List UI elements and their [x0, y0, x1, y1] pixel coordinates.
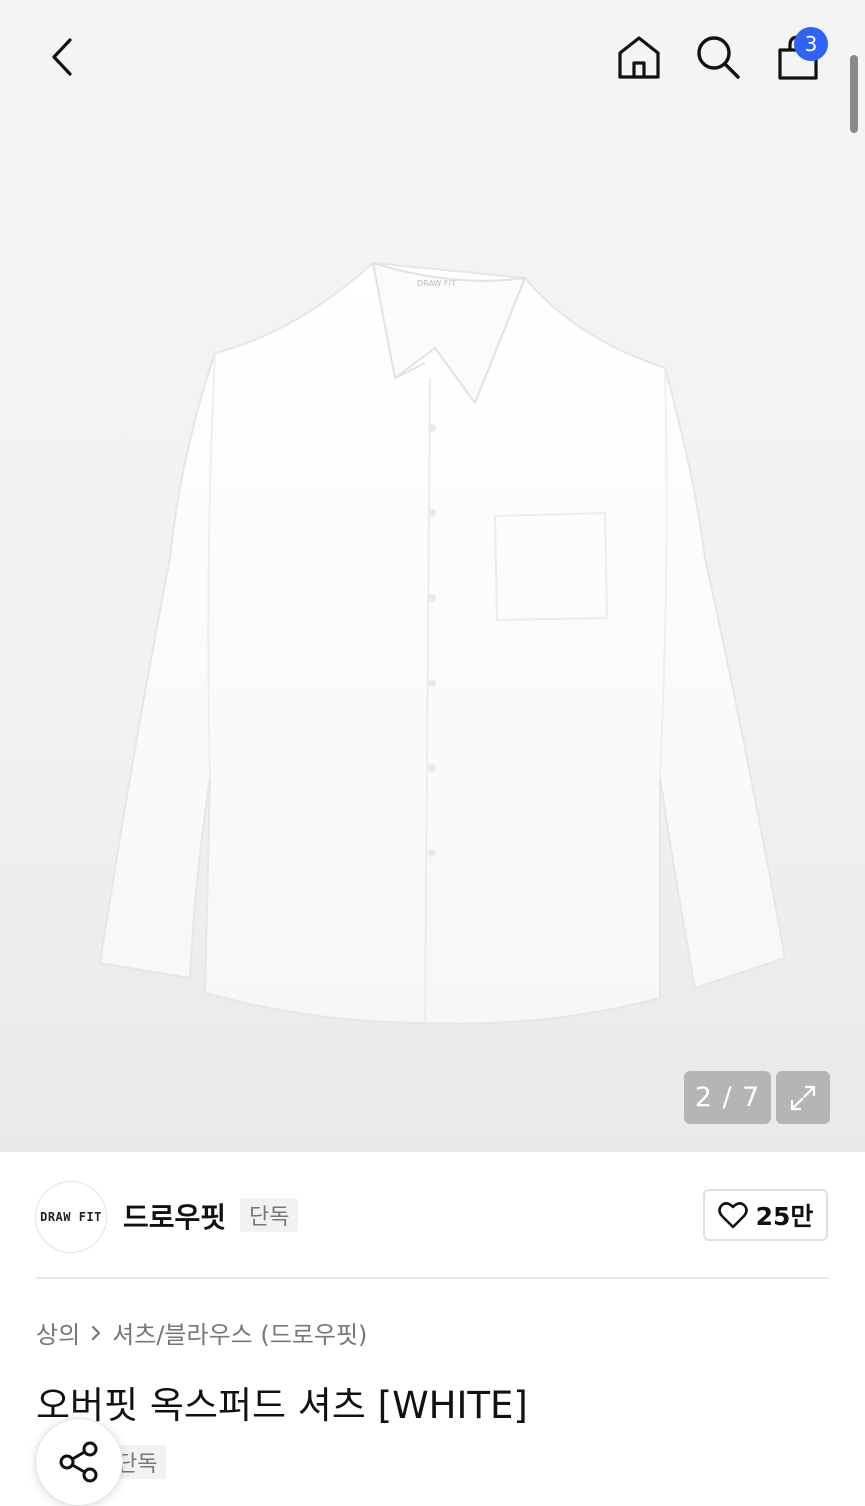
- cart-count-badge: 3: [794, 27, 828, 61]
- brand-logo[interactable]: DRAW FIT: [35, 1181, 107, 1253]
- chevron-right-icon: [92, 1325, 101, 1340]
- expand-icon: [790, 1085, 816, 1110]
- shirt-label-text: DRAW FIT: [417, 279, 456, 288]
- breadcrumb: 상의 셔츠/블라우스 (드로우핏): [36, 1315, 367, 1350]
- back-button[interactable]: [33, 27, 93, 87]
- chevron-left-icon: [52, 38, 72, 76]
- share-button[interactable]: [35, 1418, 123, 1506]
- heart-icon: [717, 1202, 748, 1229]
- search-icon: [697, 36, 740, 79]
- search-button[interactable]: [688, 27, 748, 87]
- expand-button[interactable]: [776, 1071, 830, 1124]
- image-counter: 2 / 7: [684, 1071, 771, 1124]
- breadcrumb-item-category[interactable]: 상의: [36, 1315, 80, 1350]
- product-image-gallery[interactable]: DRAW FIT 2 / 7: [0, 0, 865, 1152]
- like-count: 25만: [755, 1202, 814, 1231]
- product-image[interactable]: DRAW FIT: [95, 258, 785, 1028]
- brand-name-link[interactable]: 드로우핏: [123, 1196, 226, 1236]
- product-title: 오버핏 옥스퍼드 셔츠 [WHITE]: [36, 1384, 528, 1427]
- section-divider: [36, 1277, 829, 1279]
- share-icon: [59, 1441, 98, 1483]
- home-icon: [618, 36, 660, 79]
- home-button[interactable]: [609, 27, 669, 87]
- scrollbar-thumb[interactable]: [850, 55, 858, 133]
- brand-logo-text: DRAW FIT: [40, 1210, 102, 1224]
- top-navigation-bar: 3: [0, 0, 865, 133]
- brand-exclusive-tag: 단독: [240, 1198, 299, 1232]
- breadcrumb-item-subcategory[interactable]: 셔츠/블라우스 (드로우핏): [112, 1315, 367, 1350]
- like-button[interactable]: 25만: [703, 1189, 828, 1241]
